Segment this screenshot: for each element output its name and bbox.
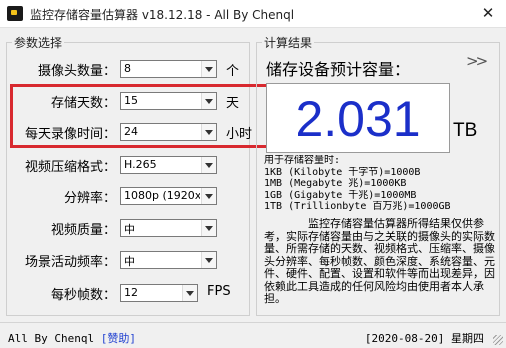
params-legend: 参数选择 (14, 36, 63, 50)
result-title: 储存设备预计容量： (266, 60, 411, 79)
chevron-down-icon[interactable] (201, 61, 216, 77)
compression-label: 视频压缩格式： (24, 160, 116, 175)
status-bar: All By Chenql [赞助] [2020-08-20] 星期四 (0, 322, 506, 348)
highlight-frame (10, 84, 278, 148)
chevron-down-icon[interactable] (182, 285, 197, 301)
video-quality-select[interactable]: 中 (120, 219, 217, 237)
result-display: 2.031 (266, 83, 450, 153)
window-title: 监控存储容量估算器 v18.12.18 - All By Chenql (30, 8, 295, 22)
scene-activity-label: 场景活动频率： (24, 255, 116, 270)
title-bar: 监控存储容量估算器 v18.12.18 - All By Chenql ✕ (0, 0, 506, 28)
status-left: All By Chenql [赞助] (8, 330, 136, 346)
fps-label: 每秒帧数： (50, 288, 116, 303)
camera-count-unit: 个 (226, 64, 240, 79)
chevron-down-icon[interactable] (201, 188, 216, 204)
status-date: [2020-08-20] 星期四 (364, 332, 484, 345)
fps-select[interactable]: 12 (120, 284, 198, 302)
info-line: 1GB (Gigabyte 千兆)=1000MB (264, 189, 417, 201)
result-value: 2.031 (295, 91, 421, 147)
result-unit: TB (453, 120, 478, 141)
info-line: 1KB (Kilobyte 千字节)=1000B (264, 166, 421, 178)
expand-icon[interactable]: >> (466, 50, 490, 72)
compression-select[interactable]: H.265 (120, 156, 217, 174)
chevron-down-icon[interactable] (201, 252, 216, 268)
info-line: 用于存储容量时: (264, 155, 341, 166)
resize-grip-icon[interactable] (493, 335, 503, 345)
app-icon (7, 6, 23, 21)
result-legend: 计算结果 (264, 36, 313, 50)
unit-info: 用于存储容量时: 1KB (Kilobyte 千字节)=1000B 1MB (M… (264, 155, 498, 213)
close-icon[interactable]: ✕ (478, 4, 498, 22)
resolution-select[interactable]: 1080p (1920x1080) (120, 187, 217, 205)
donate-link[interactable]: [赞助] (101, 332, 136, 345)
video-quality-label: 视频质量： (50, 223, 116, 238)
chevron-down-icon[interactable] (201, 220, 216, 236)
camera-count-select[interactable]: 8 (120, 60, 217, 78)
info-line: 1MB (Megabyte 兆)=1000KB (264, 178, 407, 189)
scene-activity-select[interactable]: 中 (120, 251, 217, 269)
author-text: All By Chenql (8, 332, 95, 345)
disclaimer-text: 监控存储容量估算器所得结果仅供参考，实际存储容量由与之关联的摄像头的实际数量、所… (264, 218, 495, 305)
resolution-label: 分辨率： (63, 191, 116, 206)
fps-unit: FPS (207, 284, 231, 299)
info-line: 1TB (Trillionbyte 百万兆)=1000GB (264, 201, 451, 212)
chevron-down-icon[interactable] (201, 157, 216, 173)
camera-count-label: 摄像头数量： (37, 64, 116, 79)
